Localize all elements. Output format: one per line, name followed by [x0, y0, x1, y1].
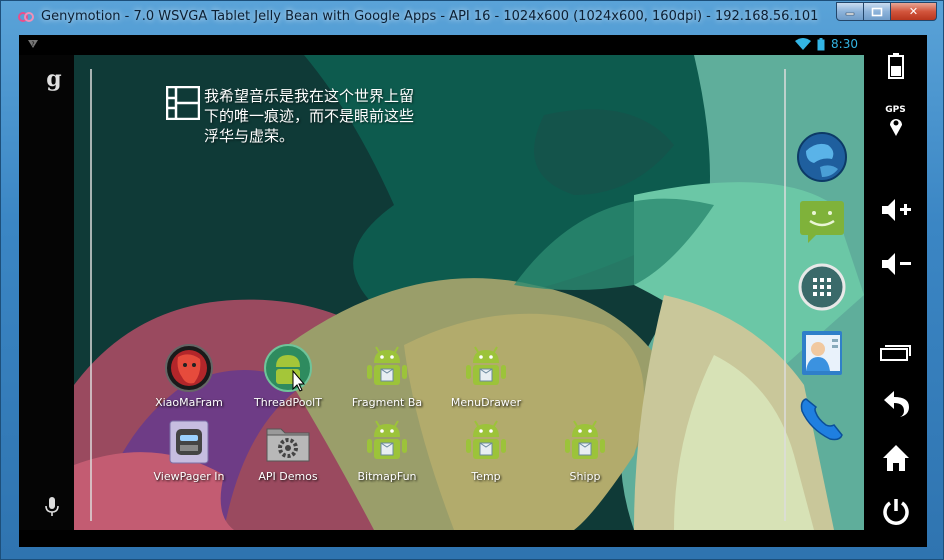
battery-icon: [887, 53, 904, 79]
battery-button[interactable]: [864, 53, 927, 79]
title-bar[interactable]: Genymotion - 7.0 WSVGA Tablet Jelly Bean…: [1, 1, 944, 31]
all-apps-icon[interactable]: [796, 261, 848, 313]
android-app-icon: [466, 420, 506, 459]
settings-folder-icon: [266, 428, 310, 462]
device-display: ? 8:30 我希望音乐是我在这个世界上留下的唯一痕迹，而不是眼前这些浮华与虚荣…: [19, 35, 927, 547]
film-strip-icon: [166, 86, 200, 120]
back-button[interactable]: [864, 389, 927, 419]
maximize-button[interactable]: [863, 2, 891, 21]
volume-up-icon: [881, 199, 911, 221]
android-app-icon: [565, 420, 605, 459]
close-icon: ✕: [908, 5, 919, 18]
app-viewpager[interactable]: ViewPager In: [146, 417, 232, 483]
genymotion-window: Genymotion - 7.0 WSVGA Tablet Jelly Bean…: [0, 0, 944, 560]
gps-label: GPS: [885, 105, 906, 115]
app-label: API Demos: [258, 470, 318, 483]
quote-widget[interactable]: 我希望音乐是我在这个世界上留下的唯一痕迹，而不是眼前这些浮华与虚荣。: [166, 86, 416, 146]
app-label: Temp: [471, 470, 501, 483]
power-icon: [882, 499, 909, 525]
app-fragment-bar[interactable]: Fragment Ba: [344, 343, 430, 409]
app-bitmapfun[interactable]: BitmapFun: [344, 417, 430, 483]
status-bar: ? 8:30: [19, 35, 864, 55]
back-icon: [883, 391, 909, 417]
google-g-icon[interactable]: g: [43, 67, 65, 91]
app-label: Shipp: [569, 470, 601, 483]
close-button[interactable]: ✕: [890, 2, 937, 21]
app-temp[interactable]: Temp: [443, 417, 529, 483]
contacts-icon[interactable]: [796, 327, 848, 379]
app-label: BitmapFun: [357, 470, 417, 483]
robot-app-icon: [169, 420, 209, 464]
microphone-icon[interactable]: [45, 497, 59, 517]
maximize-icon: [871, 7, 883, 16]
xiaoma-app-icon: [165, 344, 213, 392]
app-label: Fragment Ba: [351, 396, 423, 409]
quote-text: 我希望音乐是我在这个世界上留下的唯一痕迹，而不是眼前这些浮华与虚荣。: [204, 87, 415, 145]
svg-text:?: ?: [31, 41, 34, 48]
minimize-icon: [845, 12, 855, 15]
help-icon: ?: [28, 40, 38, 48]
home-icon: [882, 445, 909, 471]
volume-up-button[interactable]: [864, 197, 927, 223]
volume-down-icon: [881, 253, 911, 275]
wifi-icon: [795, 38, 812, 50]
screen-bottom-edge: [19, 530, 864, 547]
divider-right: [784, 69, 786, 521]
android-app-icon: [466, 346, 506, 385]
svg-text:g: g: [46, 67, 61, 91]
app-xiaomaframe[interactable]: XiaoMaFram: [146, 343, 232, 409]
android-app-icon: [367, 420, 407, 459]
minimize-button[interactable]: [836, 2, 864, 21]
power-button[interactable]: [864, 497, 927, 527]
app-api-demos[interactable]: API Demos: [245, 417, 331, 483]
home-screen[interactable]: g 我希望音乐是我在这个世界上留下的唯一痕迹，而不是眼前这些浮华与虚荣。: [74, 55, 864, 530]
battery-icon: [817, 37, 825, 50]
browser-globe-icon[interactable]: [796, 131, 848, 183]
app-label: ViewPager In: [153, 470, 225, 483]
app-label: ThreadPoolT: [254, 396, 322, 409]
gps-button[interactable]: GPS: [864, 105, 927, 136]
volume-down-button[interactable]: [864, 251, 927, 277]
recent-apps-button[interactable]: [864, 343, 927, 361]
app-shipp[interactable]: Shipp: [542, 417, 628, 483]
home-button[interactable]: [864, 443, 927, 473]
android-app-icon: [367, 346, 407, 385]
clock-time: 8:30: [831, 37, 858, 51]
app-label: MenuDrawer: [450, 396, 522, 409]
recent-apps-icon: [879, 345, 911, 361]
control-panel: GPS: [864, 35, 927, 547]
messaging-icon[interactable]: [796, 195, 848, 247]
phone-icon[interactable]: [796, 393, 848, 445]
window-title: Genymotion - 7.0 WSVGA Tablet Jelly Bean…: [41, 9, 819, 24]
app-label: XiaoMaFram: [155, 396, 223, 409]
app-threadpool[interactable]: ThreadPoolT: [245, 343, 331, 409]
app-menudrawer[interactable]: MenuDrawer: [443, 343, 529, 409]
gps-icon: [889, 119, 902, 136]
genymotion-logo-icon: [18, 12, 34, 22]
android-app-icon: [264, 344, 312, 392]
divider-left: [90, 69, 92, 521]
